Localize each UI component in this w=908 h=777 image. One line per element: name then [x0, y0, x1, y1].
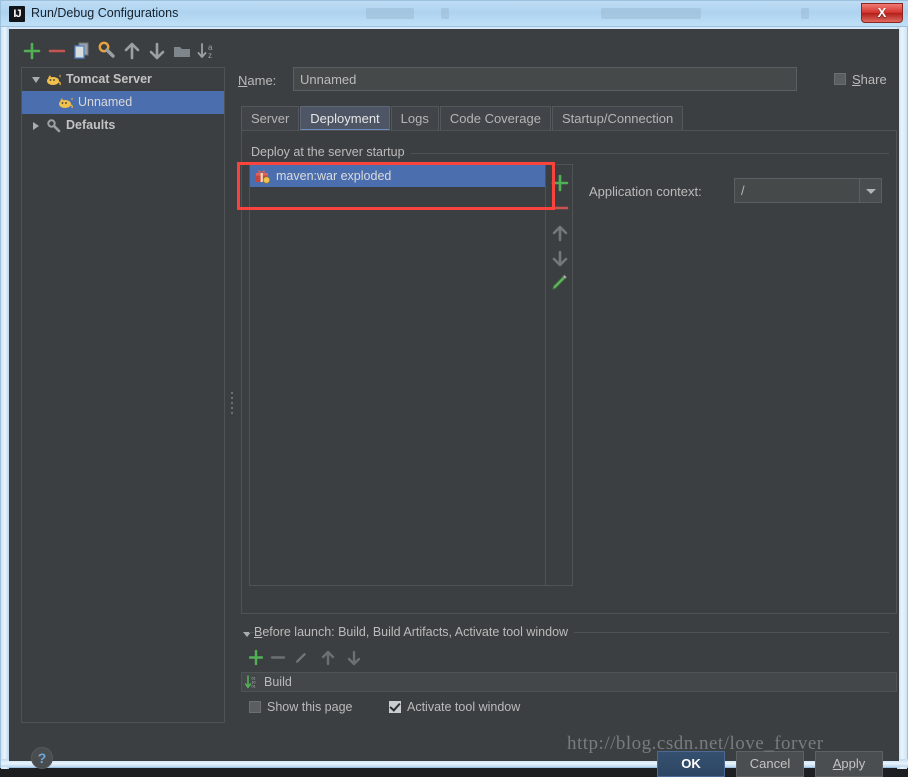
tree-item-label: Unnamed	[78, 95, 133, 109]
artifact-side-toolbar	[549, 171, 571, 296]
tree-item-label: Tomcat Server	[66, 72, 152, 86]
remove-configuration-button[interactable]	[46, 39, 68, 63]
help-button[interactable]: ?	[31, 747, 53, 769]
compile-icon: 01 10 01	[244, 675, 260, 690]
tab-code-coverage[interactable]: Code Coverage	[439, 106, 551, 130]
tab-startup-connection[interactable]: Startup/Connection	[551, 106, 684, 130]
tree-item-tomcat-server[interactable]: Tomcat Server	[22, 68, 224, 91]
artifact-icon	[255, 168, 271, 184]
tab-deployment[interactable]: Deployment	[300, 106, 390, 131]
title-bar: IJ Run/Debug Configurations X	[1, 1, 908, 27]
application-context-input[interactable]	[735, 179, 855, 202]
tree-item-unnamed[interactable]: Unnamed	[22, 91, 224, 114]
configuration-tabs: Server Deployment Logs Code Coverage Sta…	[241, 106, 684, 131]
activate-tool-window-label[interactable]: Activate tool window	[407, 700, 520, 714]
wrench-icon	[46, 118, 62, 134]
name-input[interactable]	[293, 67, 797, 91]
svg-text:z: z	[208, 51, 212, 60]
share-label[interactable]: Share	[852, 72, 887, 87]
cancel-button[interactable]: Cancel	[736, 751, 804, 777]
window-title: Run/Debug Configurations	[31, 6, 179, 20]
tree-item-label: Defaults	[66, 118, 116, 132]
before-launch-task-label: Build	[264, 675, 292, 689]
move-down-button[interactable]	[146, 39, 168, 63]
artifact-label: maven:war exploded	[276, 169, 392, 183]
before-launch-title: Before launch: Build, Build Artifacts, A…	[254, 625, 575, 639]
tab-logs[interactable]: Logs	[390, 106, 439, 130]
task-move-up-button[interactable]	[317, 647, 339, 669]
chevron-down-icon[interactable]	[859, 179, 881, 202]
tree-item-defaults[interactable]: Defaults	[22, 114, 224, 137]
tomcat-cat-icon	[46, 72, 62, 88]
edit-task-button[interactable]	[291, 647, 313, 669]
remove-artifact-button[interactable]	[549, 196, 571, 221]
artifact-list[interactable]: maven:war exploded	[249, 164, 546, 586]
configurations-toolbar: a z	[21, 39, 231, 67]
move-artifact-down-button[interactable]	[549, 246, 571, 271]
window-border-left	[1, 27, 9, 769]
title-ghost-text-3	[601, 8, 701, 19]
tomcat-cat-icon	[58, 95, 74, 111]
add-artifact-button[interactable]	[549, 171, 571, 196]
show-this-page-label[interactable]: Show this page	[267, 700, 352, 714]
apply-button[interactable]: Apply	[815, 751, 883, 777]
move-artifact-up-button[interactable]	[549, 221, 571, 246]
new-folder-button[interactable]	[171, 39, 193, 63]
before-launch-collapse-toggle[interactable]	[242, 628, 252, 638]
remove-task-button[interactable]	[267, 647, 289, 669]
show-this-page-checkbox[interactable]	[249, 701, 261, 713]
name-label: Name:	[238, 73, 277, 88]
activate-tool-window-checkbox[interactable]	[389, 701, 401, 713]
copy-configuration-button[interactable]	[71, 39, 93, 63]
dialog-content: a z Tomcat Server Unnamed Defaults ? Nam…	[9, 29, 899, 777]
before-launch-task-row[interactable]: 01 10 01 Build	[241, 672, 897, 692]
title-ghost-text-4	[801, 8, 809, 19]
configurations-tree[interactable]: Tomcat Server Unnamed Defaults	[21, 67, 225, 723]
chevron-right-icon[interactable]	[30, 114, 42, 137]
application-context-label: Application context:	[589, 184, 702, 199]
application-context-combo[interactable]	[734, 178, 882, 203]
svg-text:01: 01	[252, 685, 256, 689]
close-icon[interactable]: X	[861, 3, 903, 23]
dialog-window: IJ Run/Debug Configurations X a z Tomcat…	[0, 0, 908, 777]
artifact-list-item[interactable]: maven:war exploded	[250, 165, 545, 187]
share-checkbox[interactable]	[834, 73, 846, 85]
intellij-idea-icon: IJ	[9, 6, 25, 22]
task-move-down-button[interactable]	[343, 647, 365, 669]
chevron-down-icon[interactable]	[30, 68, 42, 91]
title-ghost-text-1	[366, 8, 414, 19]
panel-splitter-handle[interactable]	[228, 389, 235, 414]
wrench-icon[interactable]	[96, 39, 118, 63]
deploy-group-title: Deploy at the server startup	[251, 145, 411, 159]
add-task-button[interactable]	[245, 647, 267, 669]
title-ghost-text-2	[441, 8, 449, 19]
move-up-button[interactable]	[121, 39, 143, 63]
tab-server[interactable]: Server	[241, 106, 300, 130]
ok-button[interactable]: OK	[657, 751, 725, 777]
edit-artifact-button[interactable]	[549, 271, 571, 296]
sort-alpha-icon[interactable]: a z	[196, 39, 218, 63]
add-configuration-button[interactable]	[21, 39, 43, 63]
